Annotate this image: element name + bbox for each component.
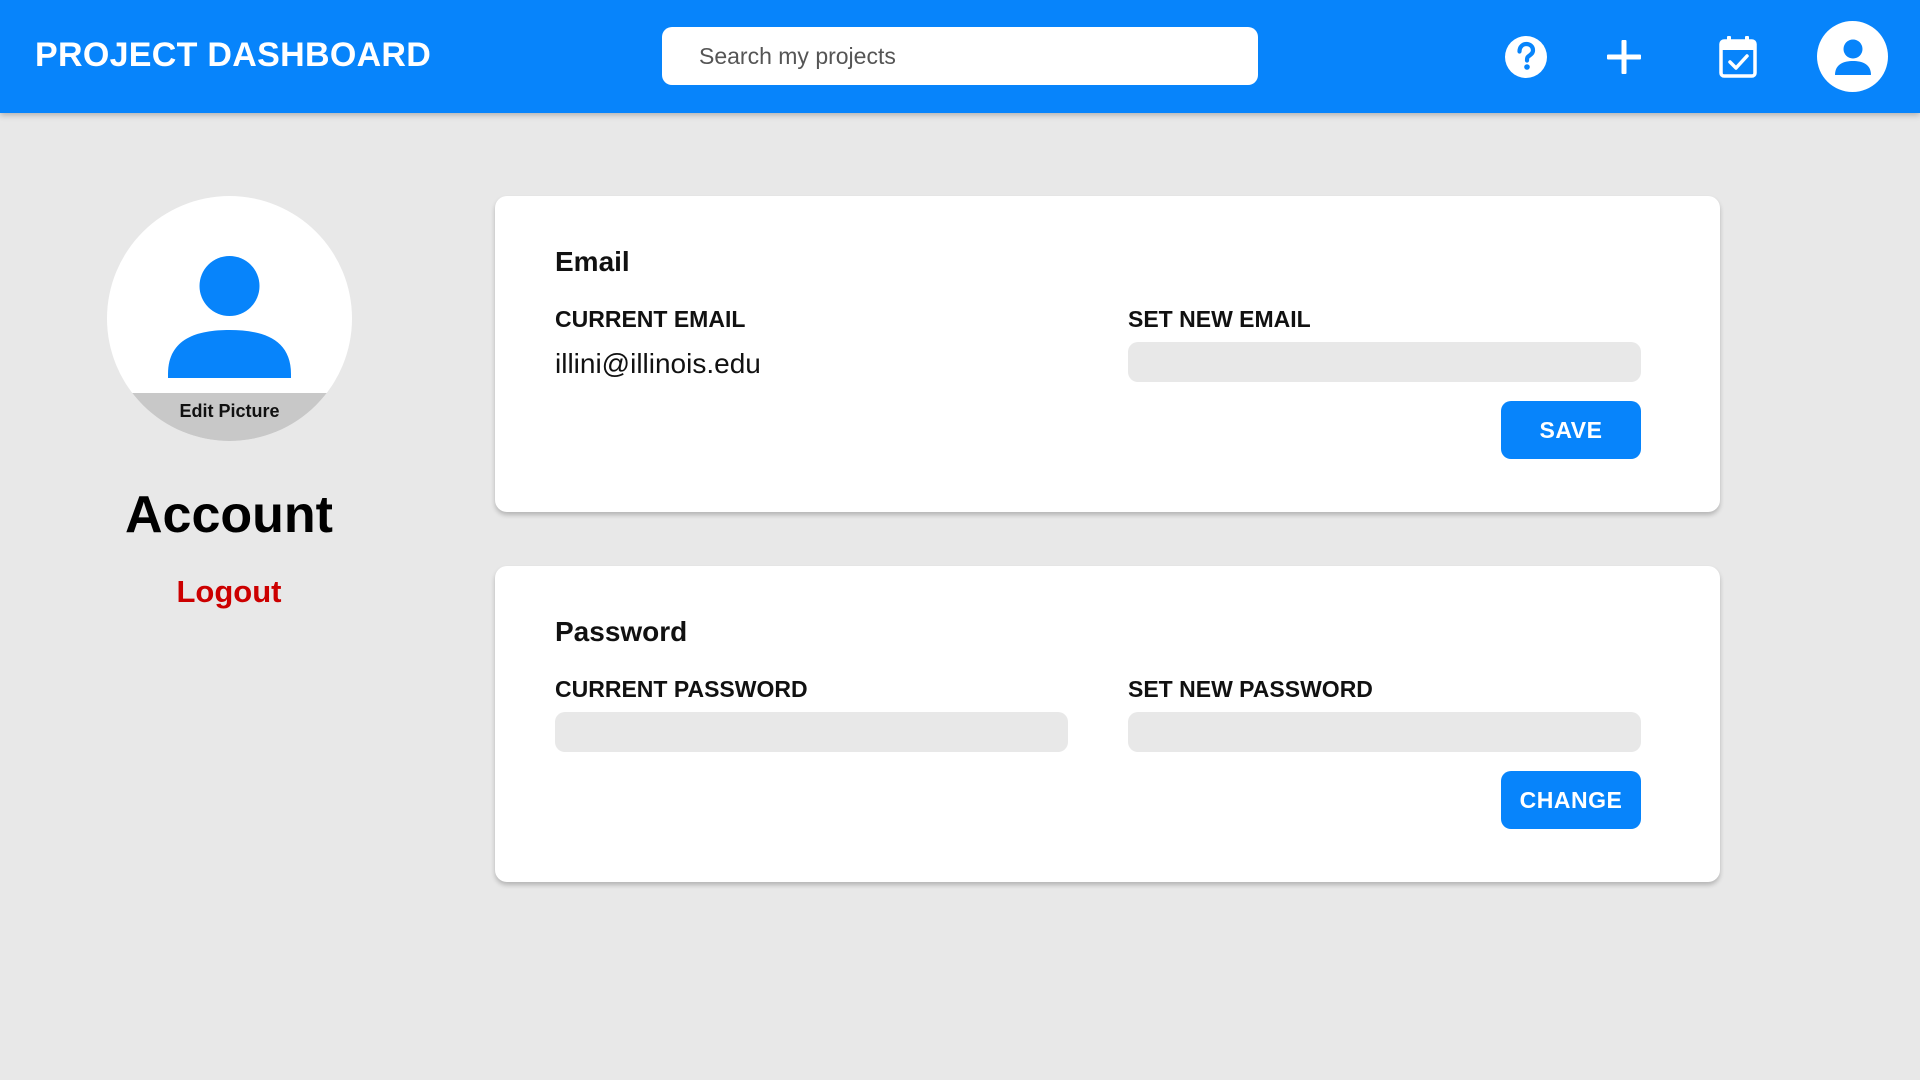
person-icon [168,256,291,378]
user-avatar-button[interactable] [1817,21,1888,92]
app-title: PROJECT DASHBOARD [35,36,432,74]
new-email-field[interactable] [1128,342,1641,382]
current-password-field[interactable] [555,712,1068,752]
email-card: Email CURRENT EMAIL illini@illinois.edu … [495,196,1720,512]
plus-icon [1607,40,1641,74]
save-email-button[interactable]: SAVE [1501,401,1641,459]
top-navigation-bar: PROJECT DASHBOARD [0,0,1920,113]
logout-link[interactable]: Logout [0,574,458,610]
user-avatar-icon [1834,39,1871,75]
edit-picture-button[interactable]: Edit Picture [107,393,352,441]
calendar-button[interactable] [1709,28,1767,86]
change-password-button[interactable]: CHANGE [1501,771,1641,829]
current-email-label: CURRENT EMAIL [555,306,746,332]
help-button[interactable] [1497,28,1555,86]
email-section-title: Email [555,246,630,277]
password-section-title: Password [555,616,688,647]
add-project-button[interactable] [1595,28,1653,86]
password-card: Password CURRENT PASSWORD SET NEW PASSWO… [495,566,1720,882]
current-email-value: illini@illinois.edu [555,348,761,379]
new-password-label: SET NEW PASSWORD [1128,676,1373,702]
profile-picture: Edit Picture [107,196,352,441]
new-password-field[interactable] [1128,712,1641,752]
help-icon [1505,36,1547,78]
calendar-check-icon [1719,36,1757,78]
page-title: Account [125,486,333,544]
search-input[interactable] [662,27,1258,85]
current-password-label: CURRENT PASSWORD [555,676,808,702]
new-email-label: SET NEW EMAIL [1128,306,1311,332]
